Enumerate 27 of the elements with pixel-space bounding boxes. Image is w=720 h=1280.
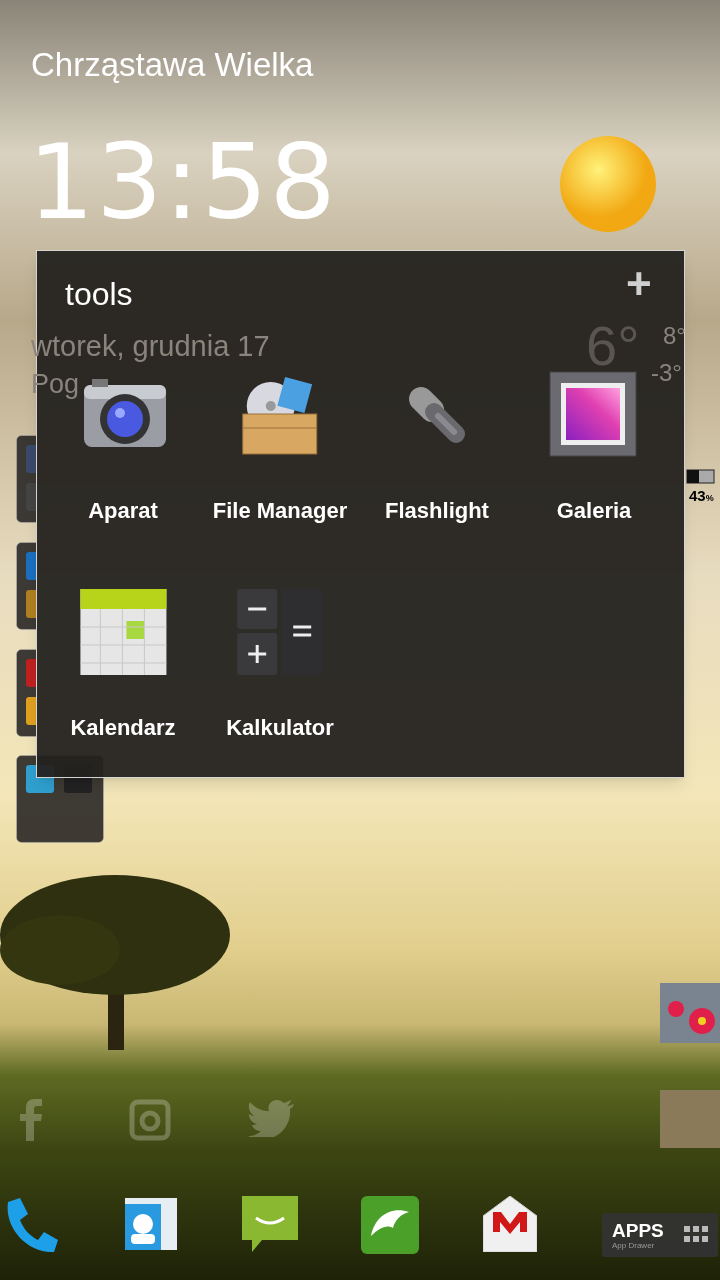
clock-time: 13:58	[28, 130, 338, 234]
folder-icon[interactable]	[16, 542, 36, 630]
add-icon: +	[626, 262, 652, 306]
folder-icon[interactable]	[16, 649, 36, 737]
app-drawer-button[interactable]: APPS App Drawer	[602, 1213, 718, 1257]
calculator-icon	[235, 587, 325, 677]
battery-icon	[686, 469, 716, 485]
grid-icon	[684, 1226, 708, 1244]
folder-icon[interactable]	[16, 435, 36, 523]
app-shortcut[interactable]: Kalkulator	[226, 582, 334, 744]
dolphin-icon[interactable]	[361, 1196, 419, 1254]
location-label: Chrząstawa Wielka	[31, 45, 314, 85]
app-shortcut[interactable]: Kalendarz	[70, 582, 176, 744]
envelope-icon[interactable]	[483, 1196, 537, 1252]
message-bubble-icon[interactable]	[242, 1196, 298, 1252]
low-temperature: -3°	[651, 358, 682, 388]
app-shortcut[interactable]: Flashlight	[385, 365, 489, 527]
calendar-icon	[78, 587, 168, 677]
app-shortcut[interactable]: Galeria	[549, 365, 639, 527]
sun-icon	[558, 134, 658, 234]
gallery-icon	[549, 371, 639, 459]
contact-card-icon[interactable]	[123, 1196, 177, 1252]
battery-percent: 43%	[689, 488, 714, 504]
app-shortcut[interactable]: Aparat	[80, 365, 166, 527]
folder-title: tools	[65, 275, 133, 314]
app-shortcut[interactable]: File Manager	[212, 365, 348, 527]
flashlight-icon	[408, 386, 466, 444]
